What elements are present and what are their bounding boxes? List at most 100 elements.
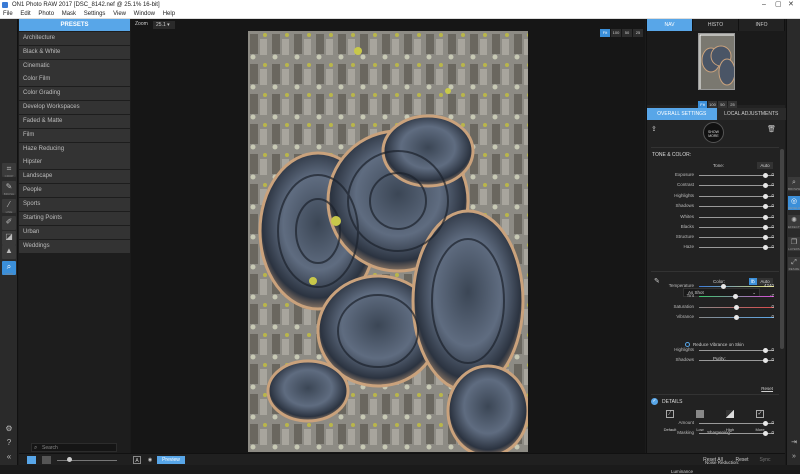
slider-handle[interactable] [762,214,768,220]
preset-category[interactable]: Starting Points [19,211,130,225]
zoom-100-button[interactable]: 100 [611,29,621,37]
photo-fungus-on-bark[interactable] [248,31,528,452]
stamp-tool[interactable]: ▲ [2,245,16,259]
navigator-thumbnail[interactable] [698,33,735,90]
preset-category[interactable]: Haze Reducing [19,142,130,156]
help-button[interactable]: ? [2,437,16,451]
module-effects[interactable]: ✺EFFECTS [788,215,800,229]
slider-row[interactable]: Masking 0 [647,429,786,438]
slider-handle[interactable] [762,348,768,353]
gear-button[interactable]: ⚙ [2,423,16,437]
details-enabled-checkbox[interactable]: ✓ [651,398,658,405]
module-develop[interactable]: ◎DEVELOP [788,196,800,210]
show-more-button[interactable]: SHOW MORE [703,122,724,143]
slider-row[interactable]: Shadows 0 [647,202,786,211]
minimize-button[interactable]: – [762,0,766,10]
preset-category[interactable]: Weddings [19,239,130,253]
thumbnail-size-slider[interactable] [57,456,117,464]
slider-handle[interactable] [762,421,768,426]
collapse-right-button[interactable]: » [788,451,800,465]
nav-zoom-25[interactable]: 25 [728,101,737,108]
menu-help[interactable]: Help [163,11,175,17]
slider-handle[interactable] [762,173,768,178]
slider-track[interactable] [699,286,774,287]
slider-handle[interactable] [762,204,768,210]
slider-row[interactable]: Vibrance 0 [647,313,786,322]
slider-row[interactable]: Blacks 0 [647,223,786,232]
close-button[interactable]: ✕ [788,0,794,10]
preset-category[interactable]: Landscape [19,170,130,184]
zoom-fit-button[interactable]: Fit [600,29,610,37]
zoom-tool[interactable]: ⌕ VIEW [2,261,16,276]
retouch-tool[interactable]: ✐ [2,216,16,230]
presets-header[interactable]: PRESETS [19,19,130,31]
preset-category[interactable]: Cinematic [19,59,130,73]
slider-handle[interactable] [762,225,768,230]
crop-tool[interactable]: ⌗ CROP [2,163,16,178]
preset-search-input[interactable]: ⌕ Search [31,443,117,452]
compare-button[interactable]: A [133,456,141,464]
slider-row[interactable]: Haze 0 [647,243,786,252]
nav-zoom-fit[interactable]: Fit [698,101,707,108]
menu-view[interactable]: View [113,11,126,17]
slider-row[interactable]: Saturation 0 [647,303,786,312]
nav-zoom-100[interactable]: 100 [708,101,717,108]
tab-local-adjustments[interactable]: LOCAL ADJUSTMENTS [716,108,786,120]
slider-row[interactable]: Temperature 4240 [647,282,786,291]
grid-view-button[interactable] [42,456,51,464]
module-resize[interactable]: ⤢ RESIZE [788,257,800,271]
sync-button[interactable]: Sync [757,456,773,464]
preset-category[interactable]: Sports [19,197,130,211]
preview-button[interactable]: Preview [157,456,185,464]
image-canvas[interactable]: Zoom 25.1 ▾ Fit 100 50 25 [131,19,645,453]
menu-edit[interactable]: Edit [20,11,30,17]
preset-category[interactable]: Faded & Matte [19,114,130,128]
preset-category[interactable]: Color Film [19,73,130,87]
slider-handle[interactable] [734,304,739,310]
zoom-25-button[interactable]: 25 [633,29,643,37]
trash-icon[interactable]: 🗑 [767,125,776,133]
slider-handle[interactable] [762,358,768,364]
tone-auto-button[interactable]: Auto [757,162,773,169]
slider-row[interactable]: Highlights 0 [647,346,786,355]
slider-handle[interactable] [720,284,726,289]
tone-color-reset-link[interactable]: Reset [761,386,773,391]
slider-handle[interactable] [762,235,768,240]
slider-handle[interactable] [732,294,738,300]
menu-mask[interactable]: Mask [62,11,76,17]
maximize-button[interactable]: ▢ [775,0,782,10]
slider-row[interactable]: Amount 0 [647,419,786,428]
slider-handle[interactable] [762,431,768,437]
tab-overall-settings[interactable]: OVERALL SETTINGS [647,108,717,120]
slider-handle[interactable] [762,183,768,189]
preset-category[interactable]: People [19,184,130,198]
tab-info[interactable]: INFO [739,19,785,31]
menu-photo[interactable]: Photo [38,11,54,17]
preset-category[interactable]: Architecture [19,31,130,45]
panel-scrollbar[interactable] [780,149,784,349]
slider-handle[interactable] [734,315,739,321]
module-browse[interactable]: ⌕BROWSE [788,177,800,191]
slider-handle[interactable] [762,193,768,199]
preset-category[interactable]: Film [19,128,130,142]
nav-zoom-50[interactable]: 50 [718,101,727,108]
preset-category[interactable]: Urban [19,225,130,239]
preset-category[interactable]: Develop Workspaces [19,101,130,115]
line-tool[interactable]: ⁄ LINE [2,199,16,214]
zoom-select[interactable]: 25.1 ▾ [153,21,175,29]
collapse-left-button[interactable]: « [2,451,16,465]
slider-row[interactable]: Contrast 0 [647,181,786,190]
single-view-button[interactable] [27,456,36,464]
zoom-50-button[interactable]: 50 [622,29,632,37]
preset-category[interactable]: Hipster [19,156,130,170]
tab-nav[interactable]: NAV [647,19,693,31]
slider-row[interactable]: Shadows 0 [647,356,786,365]
slider-handle[interactable] [762,245,768,251]
brush-tool[interactable]: ✎ BRUSH [2,181,16,196]
export-settings-icon[interactable]: ⇪ [651,125,657,133]
slider-row[interactable]: Whites 0 [647,213,786,222]
share-button[interactable]: ⇥ [788,437,800,451]
mask-view-button[interactable]: ◉ [146,456,154,464]
slider-row[interactable]: Tint -7 [647,292,786,301]
eraser-tool[interactable]: ◪ [2,231,16,245]
